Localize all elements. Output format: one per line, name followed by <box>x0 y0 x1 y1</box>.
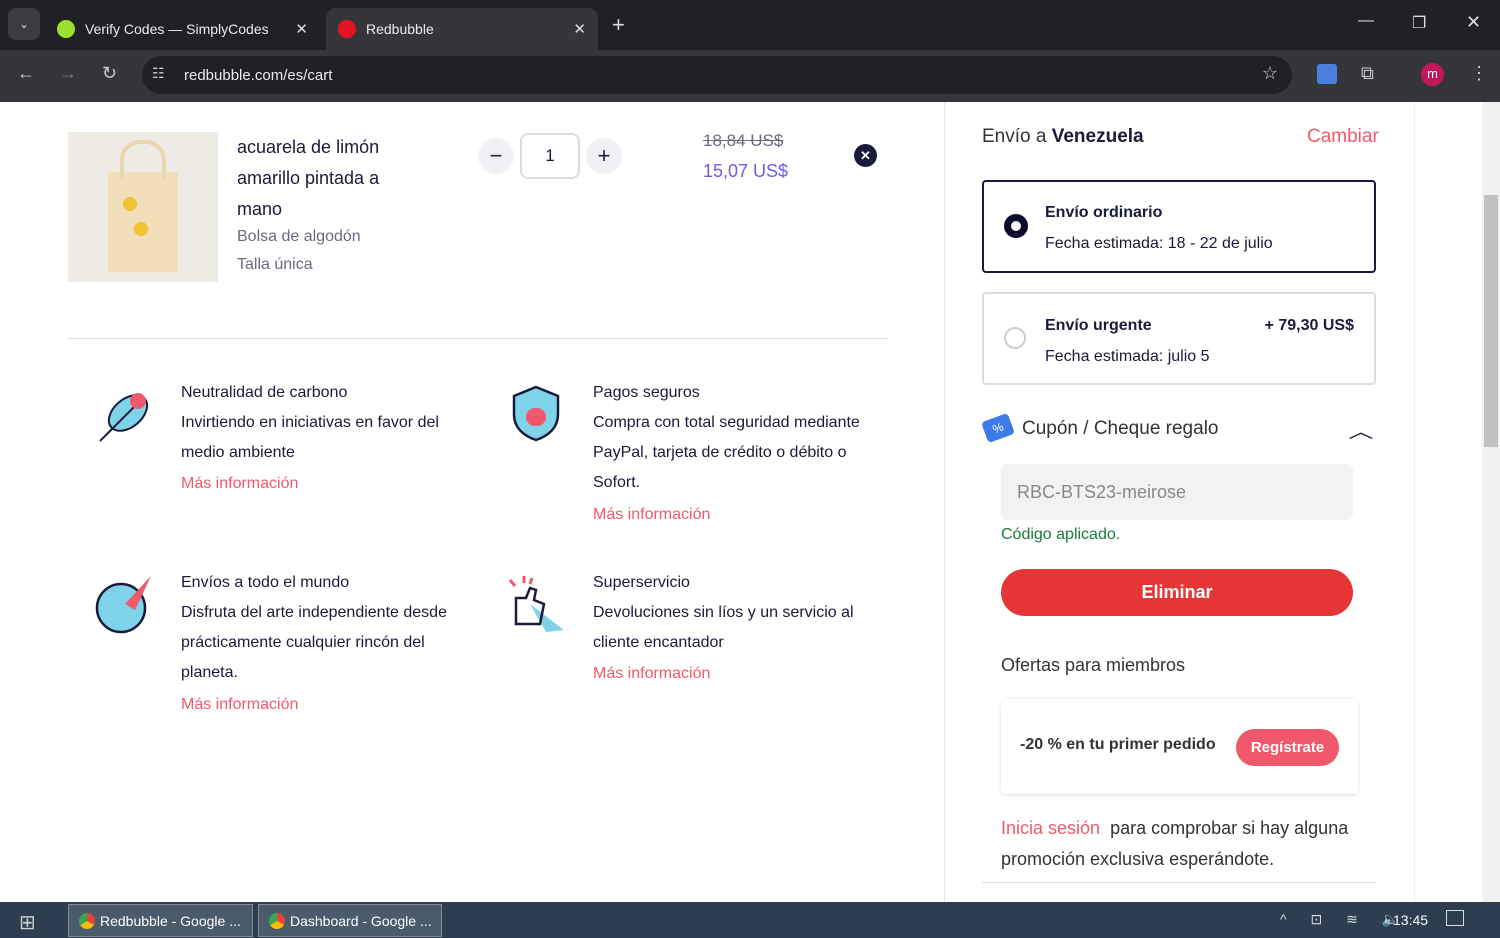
signup-button[interactable]: Regístrate <box>1236 729 1339 766</box>
chrome-icon <box>79 912 95 929</box>
member-offers-title: Ofertas para miembros <box>1001 655 1186 675</box>
feature-title: Envíos a todo el mundo <box>181 574 350 591</box>
shipping-price: + 79,30 US$ <box>1264 317 1354 334</box>
close-tab-icon[interactable]: ✕ <box>295 20 308 38</box>
reload-icon[interactable]: ↻ <box>102 63 117 84</box>
feature-title: Neutralidad de carbono <box>181 384 348 401</box>
panel-edge <box>1414 102 1415 902</box>
feature-text: Compra con total seguridad mediante PayP… <box>593 414 860 491</box>
simplycodes-icon <box>57 20 75 38</box>
restore-button[interactable]: ❐ <box>1412 13 1426 33</box>
shipping-date: Fecha estimada: 18 - 22 de julio <box>1045 235 1273 252</box>
address-bar[interactable]: ☷ redbubble.com/es/cart ☆ <box>142 56 1292 94</box>
thumbs-up-service-icon <box>506 574 566 639</box>
tab-redbubble[interactable]: Redbubble ✕ <box>326 8 598 50</box>
more-info-link[interactable]: Más información <box>593 659 710 689</box>
product-image[interactable] <box>68 132 218 282</box>
coupon-input[interactable]: RBC-BTS23-meirose <box>1001 464 1353 520</box>
original-price: 18,84 US$ <box>703 131 784 150</box>
change-country-link[interactable]: Cambiar <box>1307 126 1379 148</box>
radio-selected[interactable] <box>1004 214 1028 238</box>
close-tab-icon[interactable]: ✕ <box>573 20 586 38</box>
coupon-tag-icon: % <box>981 412 1015 444</box>
product-size: Talla única <box>237 256 313 273</box>
forward-icon[interactable]: → <box>59 63 77 84</box>
remove-coupon-button[interactable]: Eliminar <box>1001 569 1353 616</box>
clock[interactable]: 13:45 <box>1393 912 1428 928</box>
shipping-name: Envío urgente <box>1045 317 1152 334</box>
avatar[interactable]: m <box>1421 63 1444 86</box>
coupon-status: Código aplicado. <box>1001 526 1121 543</box>
shipping-date: Fecha estimada: julio 5 <box>1045 348 1210 365</box>
taskbar-item-redbubble[interactable]: Redbubble - Google ... <box>68 904 253 937</box>
back-icon[interactable]: ← <box>17 63 35 84</box>
sidebar-divider <box>944 102 945 902</box>
remove-item-button[interactable]: ✕ <box>854 144 877 167</box>
extensions-icon[interactable]: ⧉ <box>1361 63 1374 84</box>
login-link[interactable]: Inicia sesión <box>1001 818 1100 838</box>
shipping-name: Envío ordinario <box>1045 204 1163 221</box>
translate-icon[interactable] <box>1317 64 1337 84</box>
shipping-destination: Envío a Venezuela <box>982 126 1144 147</box>
member-offer-card: -20 % en tu primer pedido Regístrate <box>1001 699 1358 794</box>
carbon-neutral-icon <box>98 387 152 442</box>
product-title[interactable]: acuarela de limón amarillo pintada a man… <box>237 132 417 225</box>
divider <box>982 882 1376 883</box>
worldwide-shipping-globe-icon <box>95 574 155 639</box>
tray-icons[interactable]: ^ ⊡ ≋ 🔈 <box>1280 911 1409 928</box>
secure-payment-shield-icon <box>510 384 562 449</box>
chrome-icon <box>269 912 285 929</box>
product-type: Bolsa de algodón <box>237 228 361 245</box>
offer-text: -20 % en tu primer pedido <box>1020 736 1216 753</box>
chevron-up-icon[interactable]: ︿ <box>1348 418 1373 444</box>
more-info-link[interactable]: Más información <box>181 469 298 499</box>
radio-unselected[interactable] <box>1004 327 1026 349</box>
tab-search-button[interactable]: ⌄ <box>8 8 40 40</box>
shipping-option-express[interactable]: Envío urgente + 79,30 US$ Fecha estimada… <box>982 292 1376 385</box>
quantity-input[interactable]: 1 <box>520 133 580 179</box>
notifications-icon[interactable] <box>1446 910 1464 926</box>
minimize-button[interactable]: — <box>1358 12 1374 30</box>
feature-title: Superservicio <box>593 574 690 591</box>
new-tab-button[interactable]: + <box>612 12 625 38</box>
login-prompt: Inicia sesión para comprobar si hay algu… <box>1001 818 1349 869</box>
coupon-toggle[interactable]: Cupón / Cheque regalo <box>1022 418 1218 440</box>
bookmark-star-icon[interactable]: ☆ <box>1262 63 1278 84</box>
decrease-quantity-button[interactable]: − <box>478 138 514 174</box>
feature-title: Pagos seguros <box>593 384 700 401</box>
cart-page: acuarela de limón amarillo pintada a man… <box>0 102 1482 902</box>
shipping-option-standard[interactable]: Envío ordinario Fecha estimada: 18 - 22 … <box>982 180 1376 273</box>
increase-quantity-button[interactable]: + <box>586 138 622 174</box>
scrollbar-thumb[interactable] <box>1484 195 1498 447</box>
more-info-link[interactable]: Más información <box>593 500 710 530</box>
more-info-link[interactable]: Más información <box>181 690 298 720</box>
taskbar-item-dashboard[interactable]: Dashboard - Google ... <box>258 904 442 937</box>
site-info-icon[interactable]: ☷ <box>152 65 165 82</box>
start-grid-icon[interactable]: ⊞ <box>19 910 36 935</box>
feature-text: Invirtiendo en iniciativas en favor del … <box>181 414 439 461</box>
feature-text: Devoluciones sin líos y un servicio al c… <box>593 604 854 651</box>
divider <box>68 338 888 339</box>
tab-simplycodes[interactable]: Verify Codes — SimplyCodes ✕ <box>45 8 320 50</box>
redbubble-icon <box>338 20 356 38</box>
feature-text: Disfruta del arte independiente desde pr… <box>181 604 447 681</box>
close-window-button[interactable]: ✕ <box>1466 12 1481 33</box>
menu-icon[interactable]: ⋮ <box>1470 63 1488 84</box>
sale-price: 15,07 US$ <box>703 161 789 181</box>
